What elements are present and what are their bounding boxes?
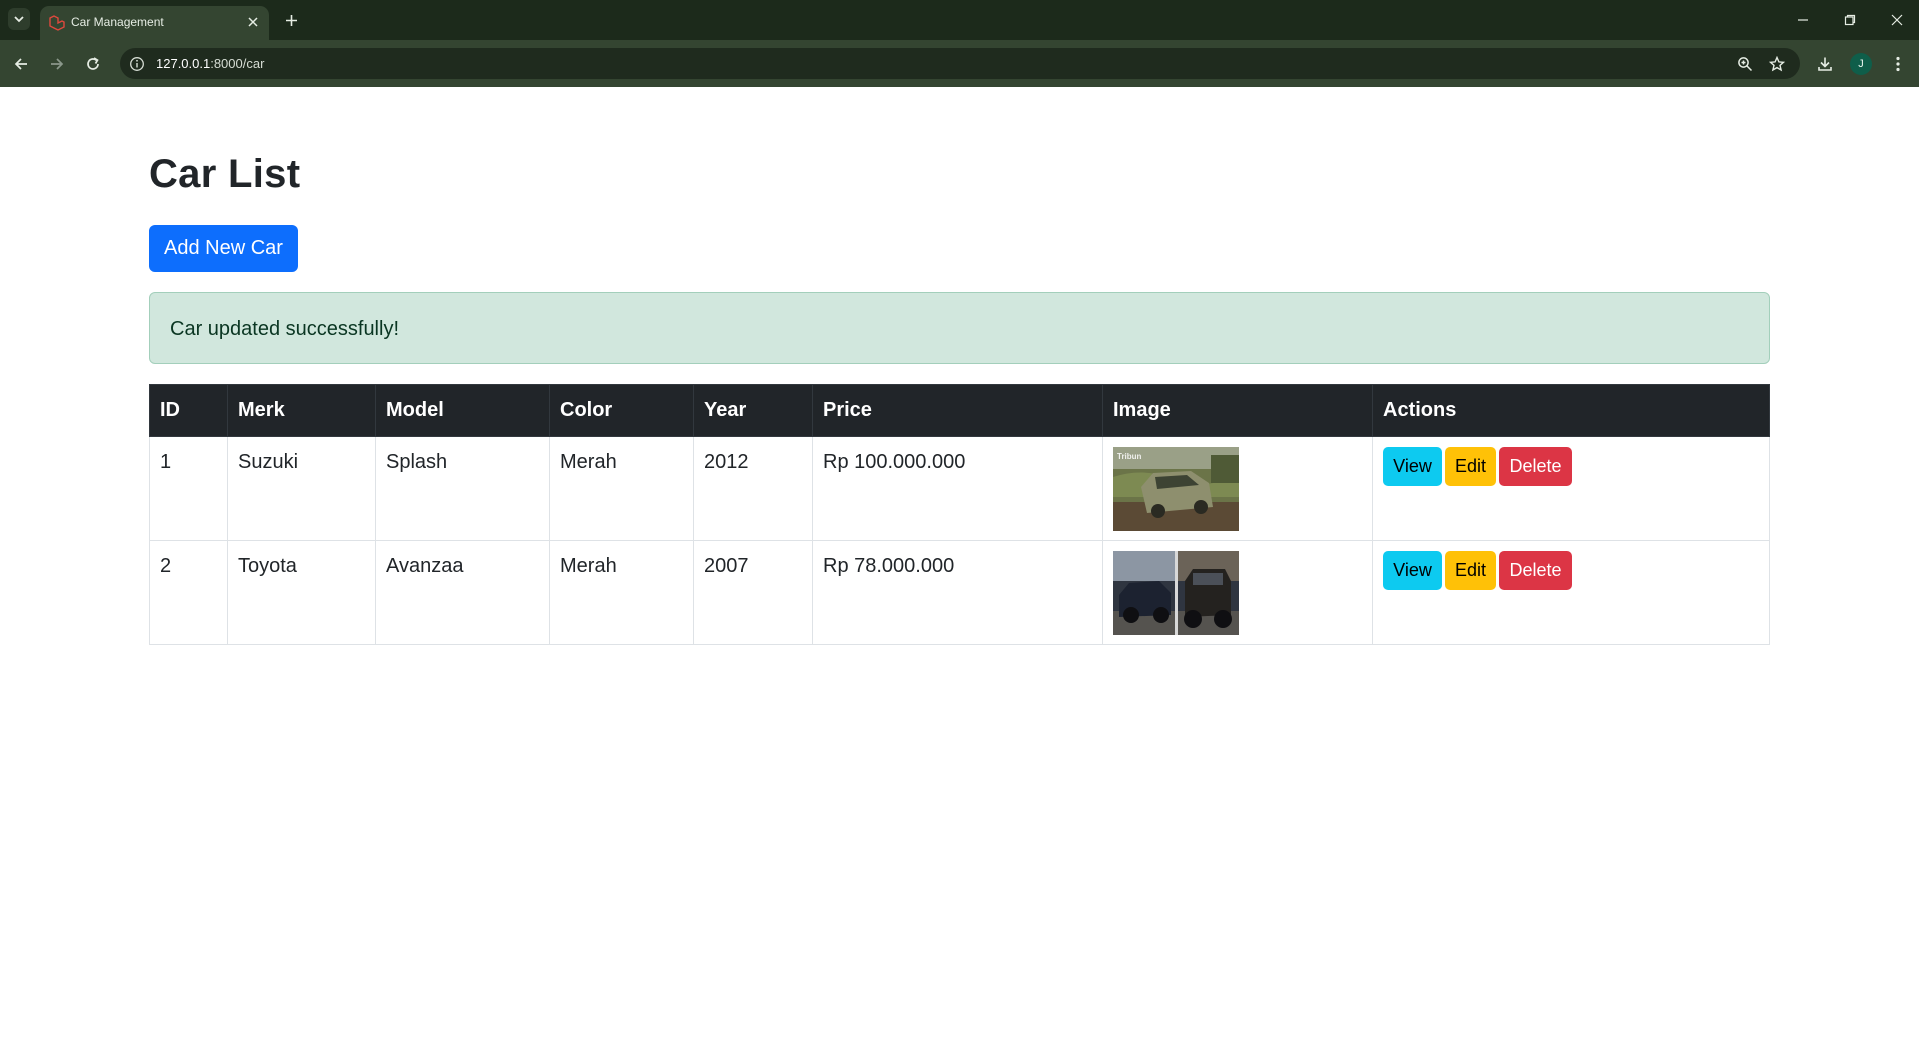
tab-strip: Car Management	[0, 0, 1919, 40]
cell-model: Splash	[375, 436, 550, 541]
tab-car-management[interactable]: Car Management	[40, 6, 269, 40]
plus-icon[interactable]	[280, 9, 302, 31]
header-merk: Merk	[227, 384, 376, 437]
header-image: Image	[1102, 384, 1373, 437]
page-title: Car List	[149, 152, 301, 196]
avatar[interactable]: J	[1850, 53, 1872, 75]
download-icon[interactable]	[1813, 52, 1837, 76]
address-bar[interactable]: 127.0.0.1:8000/car	[120, 48, 1800, 79]
url-host: 127.0.0.1	[156, 56, 211, 71]
cell-color: Merah	[549, 540, 694, 645]
cell-actions: View Edit Delete	[1372, 436, 1770, 541]
cell-year: 2007	[693, 540, 813, 645]
header-price: Price	[812, 384, 1103, 437]
cell-id: 2	[149, 540, 228, 645]
svg-text:Tribun: Tribun	[1117, 452, 1142, 461]
info-icon[interactable]	[129, 56, 145, 72]
table-row: 1 Suzuki Splash Merah 2012 Rp 100.000.00…	[149, 436, 1770, 541]
cell-year: 2012	[693, 436, 813, 541]
view-button[interactable]: View	[1383, 551, 1442, 590]
table-header-row: ID Merk Model Color Year Price Image Act…	[149, 384, 1770, 437]
delete-button[interactable]: Delete	[1499, 447, 1572, 486]
table-row: 2 Toyota Avanzaa Merah 2007 Rp 78.000.00…	[149, 540, 1770, 645]
delete-button[interactable]: Delete	[1499, 551, 1572, 590]
header-id: ID	[149, 384, 228, 437]
header-model: Model	[375, 384, 550, 437]
cell-image	[1102, 540, 1373, 645]
tab-search-icon[interactable]	[8, 8, 30, 30]
header-color: Color	[549, 384, 694, 437]
menu-icon[interactable]	[1886, 52, 1910, 76]
car-image-thumbnail: Tribun	[1113, 447, 1239, 531]
cell-image: Tribun	[1102, 436, 1373, 541]
cell-id: 1	[149, 436, 228, 541]
url-text: 127.0.0.1:8000/car	[156, 56, 264, 71]
zoom-icon[interactable]	[1735, 54, 1755, 74]
car-image-thumbnail	[1113, 551, 1239, 635]
view-button[interactable]: View	[1383, 447, 1442, 486]
cell-color: Merah	[549, 436, 694, 541]
cell-merk: Suzuki	[227, 436, 376, 541]
reload-icon[interactable]	[82, 53, 104, 75]
car-table: ID Merk Model Color Year Price Image Act…	[149, 384, 1770, 645]
restore-icon[interactable]	[1837, 9, 1863, 31]
edit-button[interactable]: Edit	[1445, 551, 1496, 590]
edit-button[interactable]: Edit	[1445, 447, 1496, 486]
header-year: Year	[693, 384, 813, 437]
forward-icon[interactable]	[46, 53, 68, 75]
back-icon[interactable]	[10, 53, 32, 75]
success-alert: Car updated successfully!	[149, 292, 1770, 364]
add-new-car-button[interactable]: Add New Car	[149, 225, 298, 272]
laravel-favicon-icon	[48, 14, 66, 32]
close-window-icon[interactable]	[1884, 9, 1910, 31]
close-icon[interactable]	[243, 12, 263, 32]
cell-price: Rp 100.000.000	[812, 436, 1103, 541]
cell-actions: View Edit Delete	[1372, 540, 1770, 645]
cell-merk: Toyota	[227, 540, 376, 645]
minimize-icon[interactable]	[1790, 9, 1816, 31]
header-actions: Actions	[1372, 384, 1770, 437]
cell-price: Rp 78.000.000	[812, 540, 1103, 645]
url-path: :8000/car	[210, 56, 265, 71]
cell-model: Avanzaa	[375, 540, 550, 645]
browser-toolbar: 127.0.0.1:8000/car J	[0, 40, 1919, 87]
star-icon[interactable]	[1767, 54, 1787, 74]
tab-title: Car Management	[71, 15, 164, 29]
